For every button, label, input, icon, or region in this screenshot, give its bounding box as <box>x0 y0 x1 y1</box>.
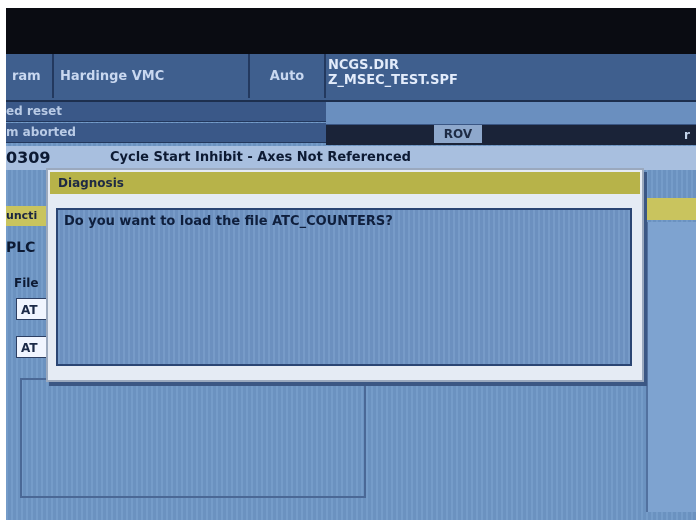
status-bar-edge-text: r <box>684 128 690 142</box>
machine-name: Hardinge VMC <box>54 54 250 98</box>
status-header: ram Hardinge VMC Auto NCGS.DIR Z_MSEC_TE… <box>6 54 696 102</box>
program-file: Z_MSEC_TEST.SPF <box>328 73 458 88</box>
program-dir: NCGS.DIR <box>328 58 400 73</box>
right-panel <box>646 222 696 512</box>
message-area-right <box>326 102 696 125</box>
header-cell-mode: ram <box>6 54 54 98</box>
function-label: uncti <box>6 206 50 226</box>
status-bar <box>326 125 696 145</box>
rov-indicator: ROV <box>434 125 482 143</box>
message-line-1: ed reset <box>6 102 326 122</box>
monitor-bezel <box>6 8 696 54</box>
dialog-message: Do you want to load the file ATC_COUNTER… <box>64 214 393 229</box>
cnc-screen: ram Hardinge VMC Auto NCGS.DIR Z_MSEC_TE… <box>6 8 696 520</box>
file-field-2[interactable]: AT <box>16 336 50 358</box>
operating-mode: Auto <box>250 54 326 98</box>
dialog-body: Do you want to load the file ATC_COUNTER… <box>56 208 632 366</box>
alarm-text: Cycle Start Inhibit - Axes Not Reference… <box>110 150 411 165</box>
lower-panel <box>20 378 366 498</box>
message-line-2: m aborted <box>6 123 326 143</box>
dialog-title: Diagnosis <box>50 172 640 194</box>
program-path: NCGS.DIR Z_MSEC_TEST.SPF <box>326 54 696 98</box>
right-title-strip <box>646 198 696 220</box>
alarm-bar: 0309 Cycle Start Inhibit - Axes Not Refe… <box>6 146 696 170</box>
file-field-1[interactable]: AT <box>16 298 50 320</box>
diagnosis-dialog: Diagnosis Do you want to load the file A… <box>46 168 644 382</box>
file-label: File <box>14 276 39 290</box>
plc-label: PLC <box>6 240 36 256</box>
alarm-number: 0309 <box>6 148 51 167</box>
